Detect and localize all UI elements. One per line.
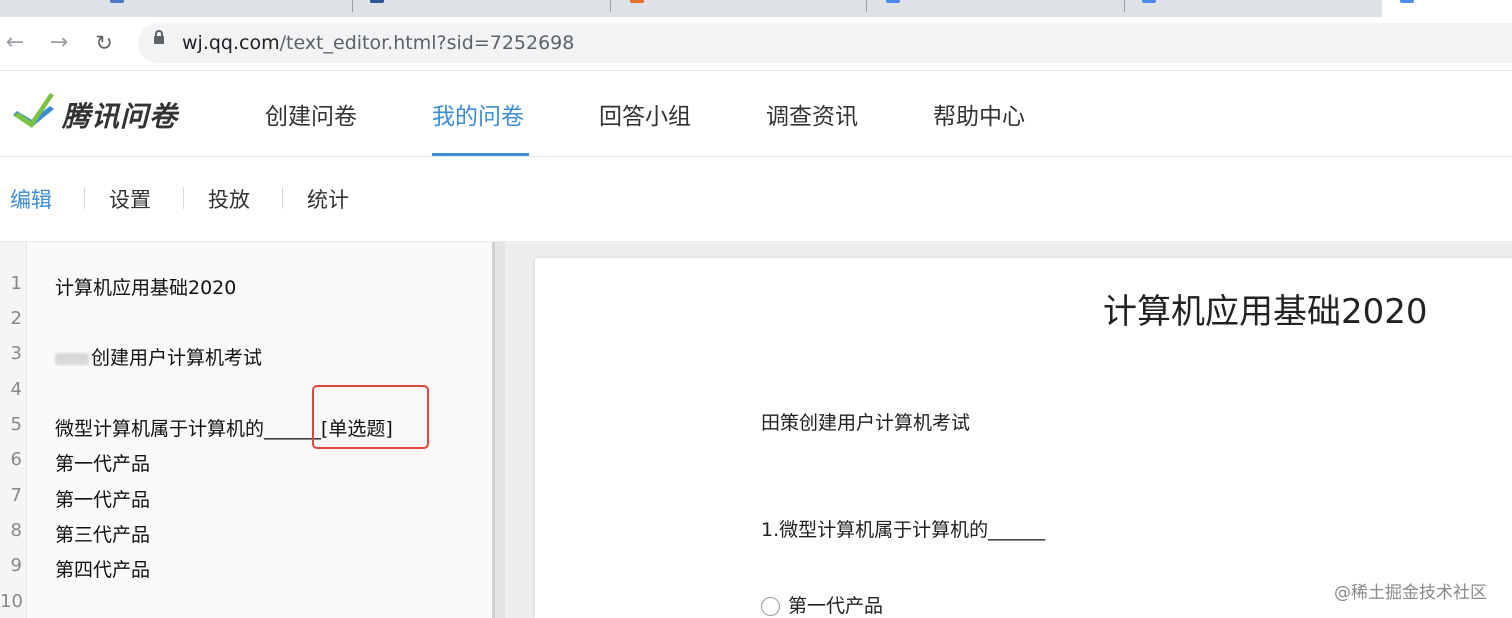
- browser-tab[interactable]: [1142, 0, 1162, 16]
- nav-item-create[interactable]: 创建问卷: [265, 97, 357, 131]
- nav-item-my-surveys[interactable]: 我的问卷: [432, 97, 524, 131]
- text-editor[interactable]: 1 2 3 4 5 6 7 8 9 10 计算机应用基础2020 创建用户计算机…: [0, 242, 492, 618]
- editor-line[interactable]: 第四代产品: [55, 555, 150, 582]
- annotation-highlight-box: [312, 385, 429, 449]
- logo-text: 腾讯问卷: [62, 100, 179, 133]
- line-number: 1: [10, 273, 22, 294]
- tab-favicon-icon: [370, 0, 384, 3]
- browser-tab[interactable]: [110, 0, 130, 16]
- editor-line[interactable]: 创建用户计算机考试: [55, 343, 262, 370]
- line-number: 6: [10, 449, 22, 470]
- line-number: 7: [10, 485, 22, 506]
- question-title: 1.微型计算机属于计算机的______: [761, 519, 1046, 541]
- lock-icon: [154, 30, 164, 44]
- nav-item-survey-news[interactable]: 调查资讯: [766, 97, 858, 131]
- tab-separator: [352, 0, 353, 12]
- tab-publish[interactable]: 投放: [208, 184, 250, 214]
- tab-favicon-icon: [630, 0, 644, 3]
- editor-line[interactable]: 第一代产品: [55, 449, 150, 476]
- browser-tab[interactable]: [370, 0, 390, 16]
- radio-button[interactable]: [761, 597, 780, 616]
- reload-icon[interactable]: ↻: [91, 30, 117, 56]
- line-number: 4: [10, 379, 22, 400]
- back-arrow-icon[interactable]: ←: [2, 30, 28, 56]
- browser-tab-strip: [0, 0, 1512, 17]
- browser-tab[interactable]: [630, 0, 650, 16]
- tab-favicon-icon: [110, 0, 124, 3]
- tab-separator: [866, 0, 867, 12]
- panel-splitter[interactable]: [492, 242, 505, 618]
- tab-separator: [610, 0, 611, 12]
- editor-line[interactable]: 第三代产品: [55, 520, 150, 547]
- tab-divider: [84, 187, 85, 209]
- line-number: 10: [0, 591, 23, 612]
- nav-item-help-center[interactable]: 帮助中心: [933, 97, 1025, 131]
- url-path: /text_editor.html?sid=7252698: [279, 32, 575, 54]
- survey-preview: 计算机应用基础2020 田策创建用户计算机考试 1.微型计算机属于计算机的___…: [535, 258, 1512, 618]
- forward-arrow-icon[interactable]: →: [46, 30, 72, 56]
- tab-favicon-icon: [1400, 0, 1414, 3]
- nav-active-indicator: [432, 153, 529, 156]
- browser-tab-active[interactable]: [1382, 0, 1512, 17]
- site-header: 腾讯问卷 创建问卷 我的问卷 回答小组 调查资讯 帮助中心: [0, 71, 1512, 157]
- editor-line[interactable]: 第一代产品: [55, 485, 150, 512]
- tab-edit[interactable]: 编辑: [10, 184, 52, 214]
- sub-tabs: 编辑 设置 投放 统计: [0, 157, 1512, 242]
- logo-checkmark-icon: [13, 93, 54, 128]
- tab-favicon-icon: [1142, 0, 1156, 3]
- survey-title: 计算机应用基础2020: [1103, 292, 1428, 332]
- tab-divider: [183, 187, 184, 209]
- line-number: 5: [10, 414, 22, 435]
- tab-separator: [1124, 0, 1125, 12]
- line-number: 9: [10, 555, 22, 576]
- logo[interactable]: 腾讯问卷: [10, 89, 210, 137]
- line-number: 3: [10, 343, 22, 364]
- option-label: 第一代产品: [788, 595, 884, 617]
- option-item[interactable]: 第一代产品: [761, 591, 883, 618]
- watermark: @稀土掘金技术社区: [1334, 583, 1487, 603]
- editor-line-text: 创建用户计算机考试: [91, 347, 263, 369]
- tab-divider: [282, 187, 283, 209]
- tab-favicon-icon: [886, 0, 900, 3]
- tab-settings[interactable]: 设置: [109, 184, 151, 214]
- url-host: wj.qq.com: [182, 32, 280, 54]
- browser-toolbar: ← → ↻ wj.qq.com/text_editor.html?sid=725…: [0, 17, 1512, 71]
- nav-item-answer-group[interactable]: 回答小组: [599, 97, 691, 131]
- line-number: 8: [10, 520, 22, 541]
- browser-tab[interactable]: [886, 0, 906, 16]
- editor-line[interactable]: 计算机应用基础2020: [55, 273, 236, 300]
- survey-description: 田策创建用户计算机考试: [761, 412, 971, 434]
- url-text[interactable]: wj.qq.com/text_editor.html?sid=7252698: [182, 32, 574, 54]
- address-bar[interactable]: wj.qq.com/text_editor.html?sid=7252698: [138, 23, 1512, 63]
- redacted-name: [55, 352, 89, 365]
- line-number-gutter: 1 2 3 4 5 6 7 8 9 10: [0, 242, 27, 618]
- tab-statistics[interactable]: 统计: [307, 184, 349, 214]
- line-number: 2: [10, 308, 22, 329]
